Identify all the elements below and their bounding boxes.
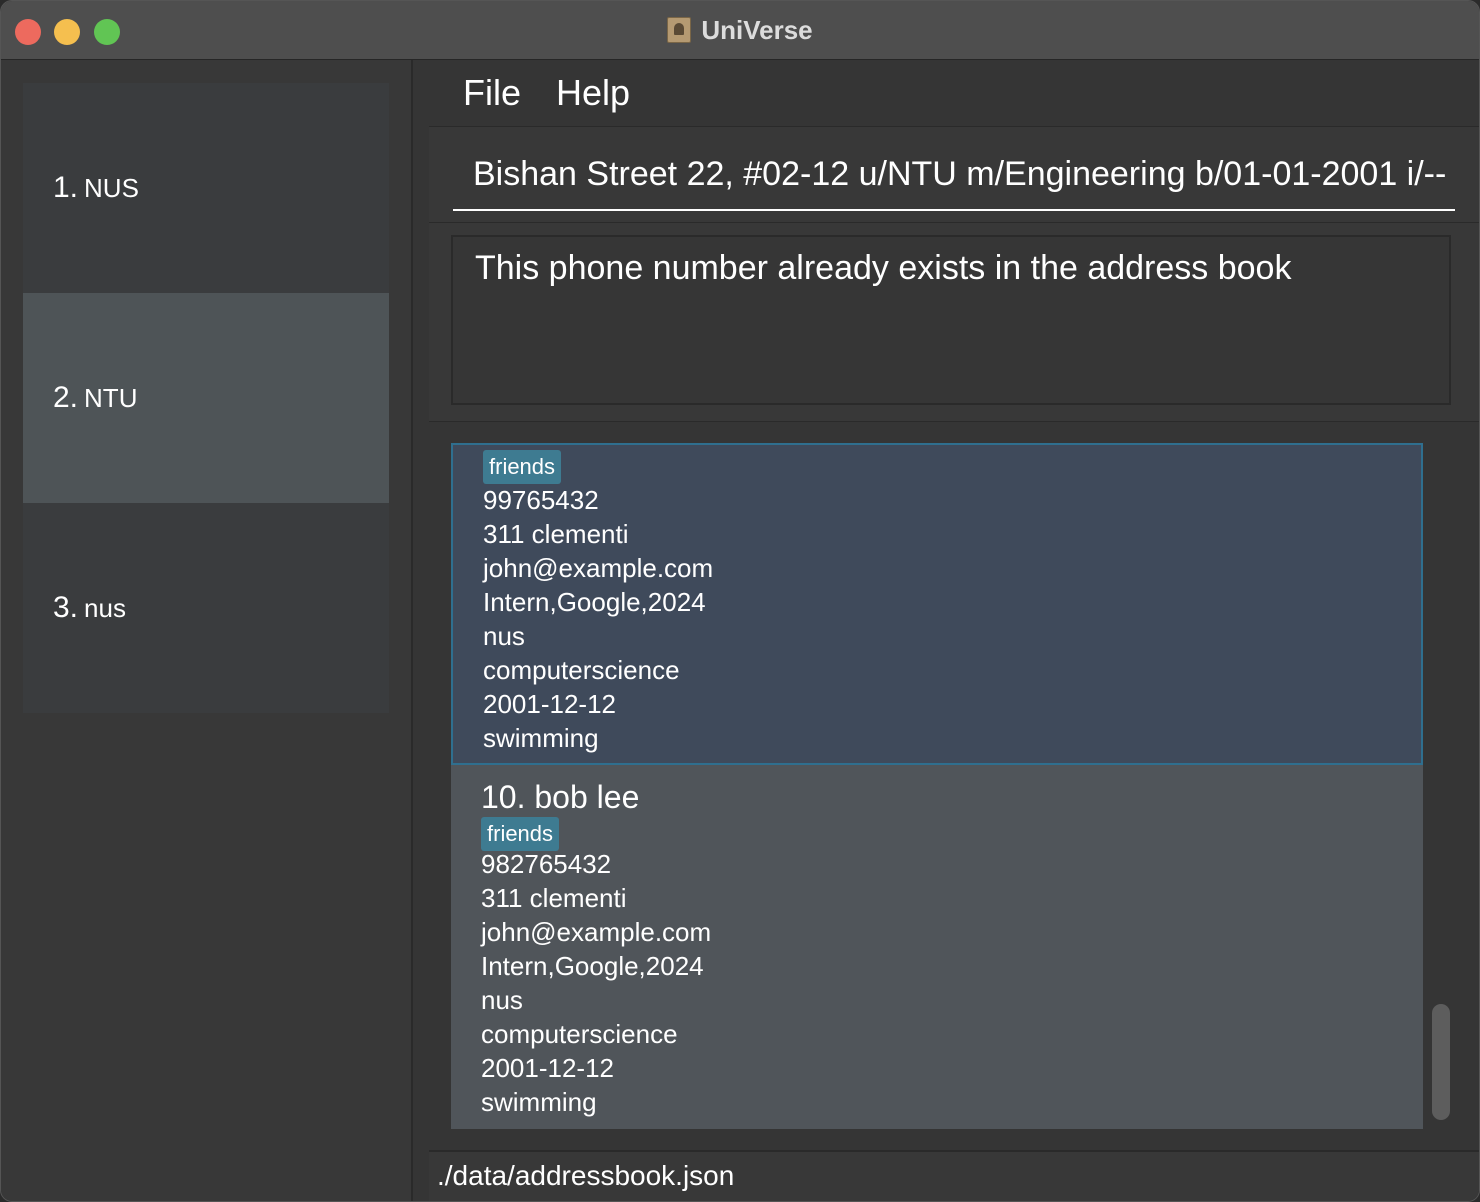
contact-work: Intern,Google,2024 — [483, 587, 706, 617]
status-file-path: ./data/addressbook.json — [437, 1160, 735, 1191]
contact-university: nus — [481, 985, 523, 1015]
result-display[interactable]: This phone number already exists in the … — [451, 235, 1451, 405]
list-scrollbar[interactable] — [1432, 1004, 1450, 1120]
contact-name: 10. bob lee — [481, 779, 640, 815]
sidebar-item-number: 1. — [53, 171, 79, 204]
result-message: This phone number already exists in the … — [475, 249, 1292, 287]
contact-major: computerscience — [483, 655, 680, 685]
contact-interest: swimming — [483, 723, 599, 753]
title-group: UniVerse — [1, 1, 1479, 59]
contact-address: 311 clementi — [483, 519, 629, 549]
title-bar: UniVerse — [1, 1, 1479, 60]
command-input-underline — [453, 209, 1455, 211]
main-panel: File Help Bishan Street 22, #02-12 u/NTU… — [413, 60, 1479, 1201]
contact-birthday: 2001-12-12 — [483, 689, 616, 719]
contact-email: john@example.com — [481, 917, 712, 947]
app-window: UniVerse 1. NUS 2. NTU 3. nus File Help … — [0, 0, 1480, 1202]
result-panel: This phone number already exists in the … — [429, 222, 1479, 423]
contact-list[interactable]: friends 99765432 311 clementi john@examp… — [429, 422, 1479, 1150]
app-icon — [667, 17, 692, 43]
contact-university: nus — [483, 621, 525, 651]
sidebar-item-ntu[interactable]: 2. NTU — [23, 293, 389, 503]
contact-major: computerscience — [481, 1019, 678, 1049]
status-bar: ./data/addressbook.json — [429, 1150, 1479, 1201]
sidebar-item-nus-3[interactable]: 3. nus — [23, 503, 389, 713]
sidebar-item-number: 3. — [53, 591, 79, 624]
contact-interest: swimming — [481, 1087, 597, 1117]
contact-email: john@example.com — [483, 553, 714, 583]
contact-address: 311 clementi — [481, 883, 627, 913]
menu-help[interactable]: Help — [556, 72, 630, 114]
menu-bar: File Help — [413, 60, 1479, 124]
contact-phone: 99765432 — [483, 485, 599, 515]
contact-tag: friends — [483, 450, 562, 484]
contact-card-selected[interactable]: friends 99765432 311 clementi john@examp… — [451, 443, 1423, 765]
contact-birthday: 2001-12-12 — [481, 1053, 614, 1083]
sidebar-item-label: NUS — [84, 172, 139, 203]
university-sidebar: 1. NUS 2. NTU 3. nus — [1, 60, 413, 1201]
sidebar-item-number: 2. — [53, 381, 79, 414]
command-input[interactable]: Bishan Street 22, #02-12 u/NTU m/Enginee… — [473, 155, 1453, 194]
sidebar-item-label: nus — [84, 592, 126, 623]
command-box: Bishan Street 22, #02-12 u/NTU m/Enginee… — [429, 126, 1479, 223]
contact-work: Intern,Google,2024 — [481, 951, 704, 981]
sidebar-item-nus-1[interactable]: 1. NUS — [23, 83, 389, 293]
contact-tag: friends — [481, 817, 560, 851]
sidebar-item-label: NTU — [84, 382, 138, 413]
menu-file[interactable]: File — [463, 72, 521, 114]
window-title: UniVerse — [701, 14, 813, 45]
contact-phone: 982765432 — [481, 849, 612, 879]
contact-card[interactable]: 10. bob lee friends 982765432 311 clemen… — [451, 765, 1423, 1129]
